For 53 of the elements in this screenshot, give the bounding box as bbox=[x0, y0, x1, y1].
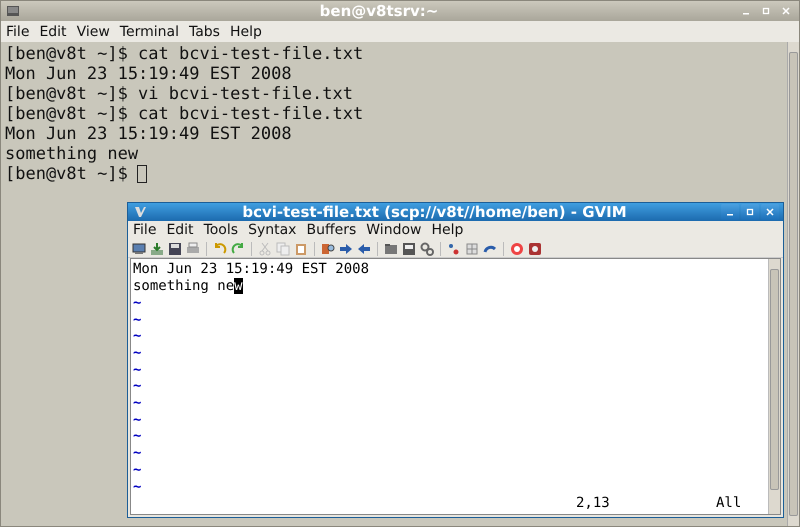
menu-item[interactable]: Help bbox=[426, 222, 468, 238]
scrollbar[interactable] bbox=[787, 42, 799, 526]
terminal-line: Mon Jun 23 15:19:49 EST 2008 bbox=[5, 64, 292, 84]
table-icon[interactable] bbox=[464, 240, 480, 257]
menu-item[interactable]: Tabs bbox=[184, 24, 225, 40]
floppy-icon[interactable] bbox=[167, 240, 183, 257]
terminal-line: [ben@v8t ~]$ bbox=[5, 164, 128, 184]
scroll-position: All bbox=[716, 495, 742, 512]
menu-item[interactable]: Syntax bbox=[243, 222, 302, 238]
empty-line-marker: ~ bbox=[133, 412, 142, 428]
minimize-icon[interactable] bbox=[721, 204, 739, 220]
terminal-line: Mon Jun 23 15:19:49 EST 2008 bbox=[5, 124, 292, 144]
empty-line-marker: ~ bbox=[133, 478, 142, 495]
empty-line-marker: ~ bbox=[133, 344, 142, 361]
menu-item[interactable]: File bbox=[128, 222, 162, 238]
screen-icon[interactable] bbox=[131, 240, 147, 257]
terminal-line: [ben@v8t ~]$ cat bcvi-test-file.txt bbox=[5, 44, 364, 64]
menu-item[interactable]: Edit bbox=[34, 24, 72, 40]
empty-line-marker: ~ bbox=[133, 395, 142, 412]
menu-item[interactable]: Terminal bbox=[114, 24, 184, 40]
menu-item[interactable]: File bbox=[1, 24, 34, 40]
scrollbar[interactable] bbox=[768, 259, 780, 514]
window-title: ben@v8tsrv:~ bbox=[318, 2, 440, 20]
empty-line-marker: ~ bbox=[133, 294, 142, 311]
terminal-line: [ben@v8t ~]$ vi bcvi-test-file.txt bbox=[5, 84, 353, 104]
download-icon[interactable] bbox=[149, 240, 165, 257]
terminal-icon bbox=[5, 3, 21, 19]
empty-line-marker: ~ bbox=[133, 362, 142, 378]
text-line: something new bbox=[133, 278, 244, 295]
menu-item[interactable]: Tools bbox=[198, 222, 244, 238]
window-title: bcvi-test-file.txt (scp://v8t//home/ben) - GVIM bbox=[241, 203, 628, 221]
terminal-line: [ben@v8t ~]$ cat bcvi-test-file.txt bbox=[5, 104, 364, 124]
text-line: Mon Jun 23 15:19:49 EST 2008 bbox=[133, 261, 370, 278]
menu-item[interactable]: Buffers bbox=[301, 222, 362, 238]
empty-line-marker: ~ bbox=[133, 378, 142, 394]
maximize-icon[interactable] bbox=[741, 204, 759, 220]
menu-item[interactable]: Window bbox=[361, 222, 426, 238]
empty-line-marker: ~ bbox=[133, 445, 142, 462]
terminal-line: something new bbox=[5, 144, 138, 164]
empty-line-marker: ~ bbox=[133, 428, 142, 444]
empty-line-marker: ~ bbox=[133, 462, 142, 478]
lifebuoy-icon[interactable] bbox=[509, 240, 525, 257]
text-cursor bbox=[136, 165, 147, 183]
badge-icon[interactable] bbox=[527, 240, 543, 257]
close-icon[interactable] bbox=[761, 204, 779, 220]
menu-item[interactable]: View bbox=[72, 24, 115, 40]
menu-item[interactable]: Help bbox=[224, 24, 267, 40]
empty-line-marker: ~ bbox=[133, 328, 142, 344]
empty-line-marker: ~ bbox=[133, 312, 142, 328]
menu-item[interactable]: Edit bbox=[161, 222, 199, 238]
cursor-position: 2,13 bbox=[576, 495, 610, 512]
vim-icon bbox=[132, 204, 148, 220]
gears-icon[interactable] bbox=[419, 240, 435, 257]
